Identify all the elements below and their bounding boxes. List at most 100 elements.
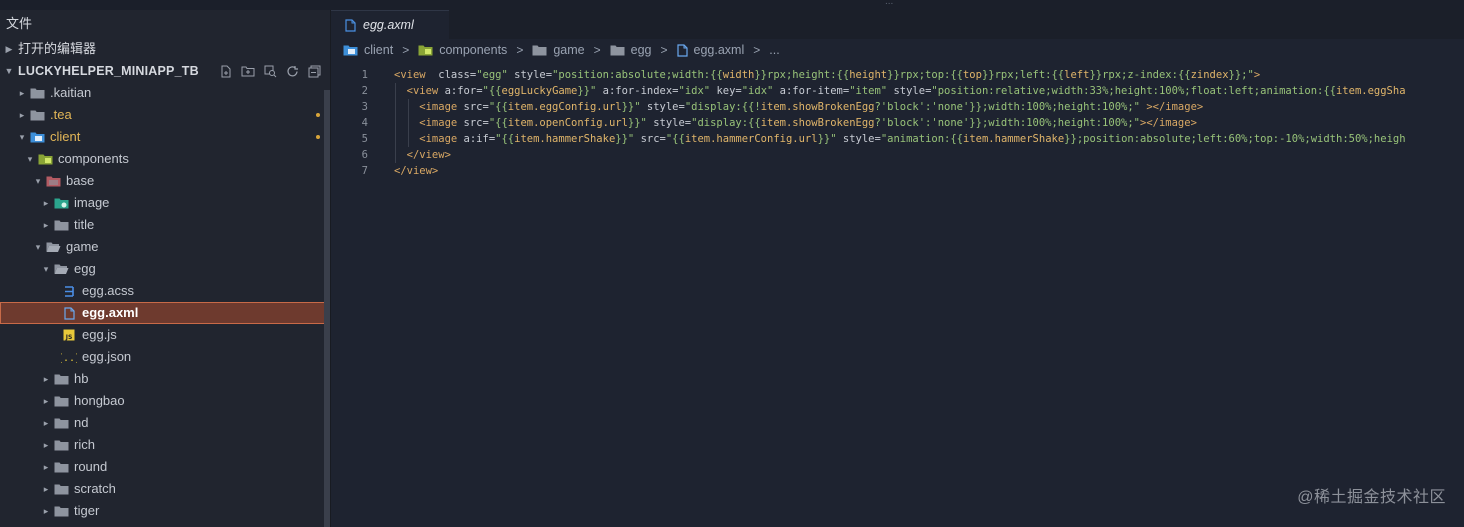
- breadcrumb-item[interactable]: components: [418, 43, 507, 57]
- code-token: style=: [887, 85, 932, 97]
- breadcrumb-item[interactable]: egg: [610, 43, 652, 57]
- tree-item-title[interactable]: ▸ title: [0, 214, 330, 236]
- tab-bar: egg.axml: [331, 10, 1464, 39]
- chevron-down-icon: ▼: [4, 66, 14, 76]
- code-token: </view>: [394, 165, 439, 177]
- code-text: </view>: [394, 163, 438, 179]
- code-token: "{{: [482, 85, 502, 97]
- tree-item-rich[interactable]: ▸ rich: [0, 434, 330, 456]
- tree-item-kaitian[interactable]: ▸ .kaitian: [0, 82, 330, 104]
- breadcrumb-item[interactable]: ...: [769, 43, 779, 57]
- tab-egg-axml[interactable]: egg.axml: [331, 10, 449, 39]
- code-token: a:for-index=: [596, 85, 679, 97]
- tree-item-label: title: [74, 217, 95, 232]
- code-token: <view: [394, 85, 439, 97]
- chevron-right-icon: ▸: [19, 88, 25, 98]
- tree-item-egg-json[interactable]: {..} egg.json: [0, 346, 330, 368]
- tree-item-egg-acss[interactable]: egg.acss: [0, 280, 330, 302]
- code-token: zindex: [1190, 69, 1229, 81]
- breadcrumb-label: ...: [769, 43, 780, 57]
- code-token: }}": [627, 117, 647, 129]
- tree-item-label: rich: [74, 437, 95, 452]
- code-token: ></image>: [1140, 101, 1204, 113]
- tree-item-egg-axml[interactable]: egg.axml: [0, 302, 330, 324]
- code-token: "{{: [488, 101, 508, 113]
- code-line: 5 <image a:if="{{item.hammerShake}}" src…: [331, 131, 1464, 147]
- tree-item-hb[interactable]: ▸ hb: [0, 368, 330, 390]
- tree-item-components[interactable]: ▾ components: [0, 148, 330, 170]
- breadcrumb-item[interactable]: client: [343, 43, 393, 57]
- new-folder-icon[interactable]: [240, 60, 256, 82]
- tree-item-hongbao[interactable]: ▸ hongbao: [0, 390, 330, 412]
- code-token: key=: [710, 85, 742, 97]
- folder-components-icon: [37, 152, 53, 166]
- tree-item-game[interactable]: ▾ game: [0, 236, 330, 258]
- code-text: <image src="{{item.eggConfig.url}}" styl…: [394, 99, 1203, 115]
- svg-text:{..}: {..}: [61, 353, 77, 363]
- folder-icon: [29, 86, 45, 100]
- tree-item-label: egg.js: [82, 327, 117, 342]
- new-file-icon[interactable]: [218, 60, 234, 82]
- json-file-icon: {..}: [61, 350, 77, 364]
- folder-client-icon: [29, 130, 45, 144]
- project-section[interactable]: ▼ LUCKYHELPER_MINIAPP_TB: [0, 60, 330, 82]
- sidebar-scrollbar[interactable]: [324, 90, 330, 527]
- refresh-icon[interactable]: [284, 60, 300, 82]
- breadcrumb-item[interactable]: game: [532, 43, 585, 57]
- chevron-right-icon: ▸: [43, 462, 49, 472]
- breadcrumb-item[interactable]: egg.axml: [676, 43, 744, 57]
- title-bar: ...: [0, 0, 1464, 10]
- tree-item-label: .kaitian: [50, 85, 92, 100]
- folder-icon: [53, 504, 69, 518]
- tree-item-label: components: [58, 151, 129, 166]
- tree-item-nd[interactable]: ▸ nd: [0, 412, 330, 434]
- open-editors-section[interactable]: ▶ 打开的编辑器: [0, 38, 330, 60]
- tree-item-label: round: [74, 459, 108, 474]
- tree-item-label: hb: [74, 371, 89, 386]
- chevron-down-icon: ▾: [35, 176, 41, 186]
- code-token: "item": [849, 85, 888, 97]
- tree-item-label: nd: [74, 415, 89, 430]
- line-number: 6: [361, 149, 368, 161]
- tree-item-egg-js[interactable]: JS egg.js: [0, 324, 330, 346]
- tree-item-scratch[interactable]: ▸ scratch: [0, 478, 330, 500]
- code-line: 1 <view class="egg" style="position:absol…: [331, 67, 1464, 83]
- editor-area: egg.axml client > components > game > egg > egg.…: [331, 10, 1464, 527]
- tree-item-label: tiger: [74, 503, 100, 518]
- code-token: }}rpx;left:{{: [981, 69, 1065, 81]
- chevron-right-icon: ▸: [43, 418, 49, 428]
- chevron-right-icon: >: [593, 43, 601, 57]
- svg-text:JS: JS: [65, 334, 73, 341]
- line-number: 4: [361, 117, 368, 129]
- code-editor[interactable]: 1 <view class="egg" style="position:absol…: [331, 67, 1464, 179]
- code-token: <image: [394, 117, 458, 129]
- collapse-all-icon[interactable]: [306, 60, 322, 82]
- tree-item-image[interactable]: ▸ image: [0, 192, 330, 214]
- breadcrumb-label: egg: [630, 43, 652, 57]
- overflow-indicator: ...: [885, 0, 894, 7]
- folder-icon: [610, 44, 625, 56]
- tree-item-egg[interactable]: ▾ egg: [0, 258, 330, 280]
- code-token: </view>: [394, 149, 451, 161]
- tree-item-tiger[interactable]: ▸ tiger: [0, 500, 330, 522]
- code-token: }}": [615, 133, 635, 145]
- tree-item-label: scratch: [74, 481, 116, 496]
- tree-item-base[interactable]: ▾ base: [0, 170, 330, 192]
- tree-item-client[interactable]: ▾ client: [0, 126, 330, 148]
- search-icon[interactable]: [262, 60, 278, 82]
- chevron-down-icon: ▾: [19, 132, 25, 142]
- code-token: "{{: [495, 133, 515, 145]
- tree-item-label: egg.axml: [82, 305, 139, 320]
- axml-file-icon: [61, 306, 77, 320]
- code-token: >: [1253, 69, 1261, 81]
- code-token: style=: [836, 133, 881, 145]
- code-token: }};": [1228, 69, 1254, 81]
- code-text: </view>: [394, 147, 451, 163]
- code-token: <image: [394, 133, 458, 145]
- code-token: item.hammerShake: [963, 133, 1065, 145]
- breadcrumb-label: components: [439, 43, 508, 57]
- tree-item-round[interactable]: ▸ round: [0, 456, 330, 478]
- tree-item-tea[interactable]: ▸ .tea: [0, 104, 330, 126]
- chevron-right-icon: ▸: [43, 374, 49, 384]
- chevron-right-icon: ▸: [43, 506, 49, 516]
